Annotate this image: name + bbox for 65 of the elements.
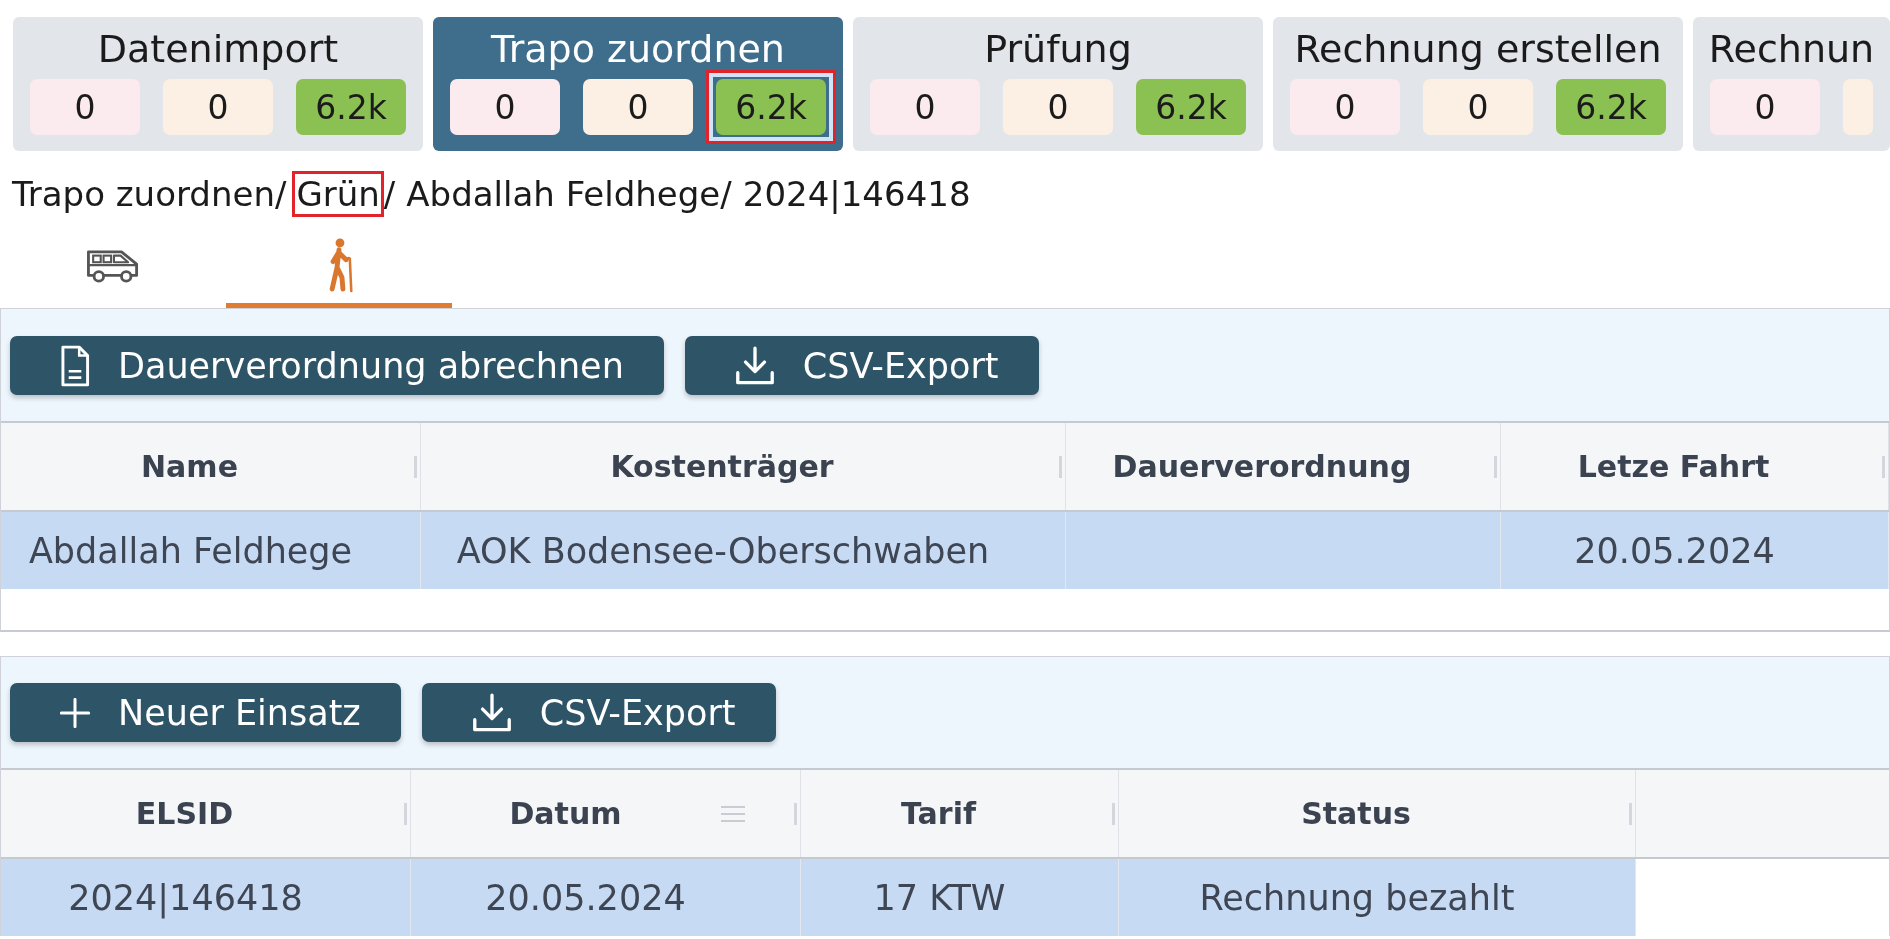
resize-grip-icon[interactable] — [1112, 802, 1115, 825]
count-badge: 0 — [1710, 79, 1820, 135]
plus-icon — [60, 697, 90, 728]
resize-grip-icon[interactable] — [1494, 455, 1497, 478]
column-header[interactable]: Datum — [411, 796, 720, 831]
count-badge: 0 — [583, 79, 693, 135]
count-badge: 0 — [450, 79, 560, 135]
stage-card[interactable]: Prüfung 0 0 6.2k — [853, 17, 1263, 151]
resize-grip-icon[interactable] — [1059, 455, 1062, 478]
breadcrumb-link[interactable]: Abdallah Feldhege — [406, 174, 721, 214]
table-row[interactable]: Abdallah Feldhege AOK Bodensee-Oberschwaben 20.05.2024 — [1, 512, 1889, 589]
breadcrumb-link[interactable]: Trapo zuordnen — [12, 174, 275, 214]
count-badge: 0 — [1290, 79, 1400, 135]
resize-grip-icon[interactable] — [414, 455, 417, 478]
column-header[interactable]: Tarif — [801, 796, 1112, 831]
cell-text: 20.05.2024 — [485, 877, 686, 918]
cell-text: 2024|146418 — [68, 877, 303, 918]
table-row[interactable]: 2024|146418 20.05.2024 17 KTW Rechnung bezahlt — [1, 859, 1636, 936]
bill-button[interactable]: Dauerverordnung abrechnen — [10, 336, 664, 395]
stage-title: Datenimport — [96, 26, 340, 73]
breadcrumb-separator: / — [383, 173, 396, 216]
count-badge: 0 — [1003, 79, 1113, 135]
export-button[interactable]: CSV-Export — [684, 336, 1039, 395]
stage-title: Trapo zuordnen — [490, 26, 786, 73]
resize-grip-icon[interactable] — [404, 802, 407, 825]
count-badge: 0 — [1423, 79, 1533, 135]
cell-text: Abdallah Feldhege — [28, 530, 353, 571]
count-badge: 6.2k — [296, 79, 406, 135]
cell-text: AOK Bodensee-Oberschwaben — [456, 530, 990, 571]
van-icon — [86, 248, 140, 283]
stage-card[interactable]: Datenimport 0 0 6.2k — [13, 17, 423, 151]
stage-title: Rechnung erstellen — [1293, 26, 1663, 73]
count-badge: 0 — [870, 79, 980, 135]
breadcrumb-link[interactable]: 2024|146418 — [742, 174, 971, 214]
column-header[interactable]: Letze Fahrt — [1501, 449, 1882, 484]
count-badge: 0 — [30, 79, 140, 135]
stage-card[interactable]: Rechnun 0 — [1693, 17, 1890, 151]
count-badge: 0 — [163, 79, 273, 135]
column-header[interactable]: Kostenträger — [421, 449, 1059, 484]
count-badge: 6.2k — [716, 79, 826, 135]
breadcrumb-separator: / — [720, 173, 732, 216]
add-button[interactable]: Neuer Einsatz — [10, 683, 401, 742]
count-badge: 6.2k — [1556, 79, 1666, 135]
cell-text: 17 KTW — [873, 877, 1006, 918]
column-header[interactable]: Status — [1119, 796, 1629, 831]
menu-icon[interactable] — [720, 804, 746, 823]
resize-grip-icon[interactable] — [1882, 455, 1885, 478]
breadcrumb-separator: / — [274, 173, 287, 216]
export-button[interactable]: CSV-Export — [421, 683, 776, 742]
stage-card[interactable]: Rechnung erstellen 0 0 6.2k — [1273, 17, 1683, 151]
column-header[interactable]: Name — [1, 449, 414, 484]
column-header[interactable]: Dauerverordnung — [1066, 449, 1494, 484]
document-icon — [60, 344, 90, 387]
resize-grip-icon[interactable] — [1629, 802, 1632, 825]
cell-text: 20.05.2024 — [1574, 530, 1775, 571]
stage-title: Rechnun — [1707, 26, 1876, 73]
breadcrumb-link[interactable]: Grün — [296, 174, 380, 214]
cell-text: Rechnung bezahlt — [1199, 877, 1515, 918]
resize-grip-icon[interactable] — [794, 802, 797, 825]
download-icon — [471, 692, 512, 733]
count-badge: 6.2k — [1136, 79, 1246, 135]
stage-card[interactable]: Trapo zuordnen 0 0 6.2k — [433, 17, 843, 151]
download-icon — [734, 345, 775, 386]
column-header[interactable]: ELSID — [1, 796, 404, 831]
stage-title: Prüfung — [983, 26, 1133, 73]
